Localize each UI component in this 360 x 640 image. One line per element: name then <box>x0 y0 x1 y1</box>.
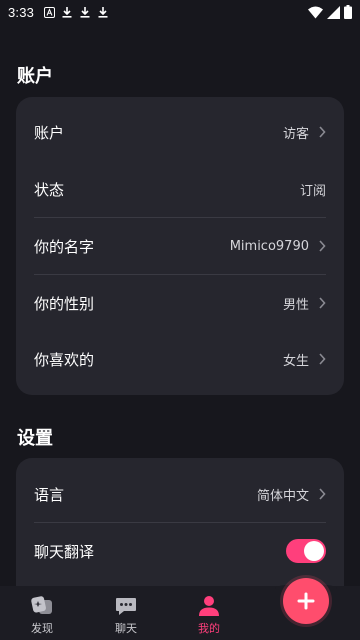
system-icons <box>308 5 352 19</box>
nav-discover[interactable]: 发现 <box>2 586 82 640</box>
status-row: 状态 订阅 <box>16 161 344 217</box>
chat-translation-toggle[interactable] <box>286 539 326 563</box>
row-label: 语言 <box>34 485 65 504</box>
wifi-icon <box>308 6 323 18</box>
name-row[interactable]: 你的名字 Mimico9790 <box>16 218 344 274</box>
chevron-right-icon <box>319 297 326 309</box>
row-label: 聊天翻译 <box>34 542 95 561</box>
row-label: 你的性别 <box>34 294 95 313</box>
row-value: Mimico9790 <box>229 238 309 254</box>
signal-icon <box>327 5 340 19</box>
chevron-right-icon <box>319 353 326 365</box>
battery-icon <box>344 5 352 19</box>
nav-label: 发现 <box>31 622 53 635</box>
row-label: 账户 <box>34 123 65 142</box>
nav-chat[interactable]: 聊天 <box>86 586 166 640</box>
chat-translation-row: 聊天翻译 <box>16 523 344 579</box>
notification-icons <box>44 6 109 18</box>
status-time: 3:33 <box>8 4 35 20</box>
status-bar: 3:33 <box>0 0 360 24</box>
chevron-right-icon <box>319 488 326 500</box>
gender-row[interactable]: 你的性别 男性 <box>16 275 344 331</box>
plus-icon <box>297 592 315 610</box>
chevron-right-icon <box>319 240 326 252</box>
settings-section-title: 设置 <box>17 428 53 449</box>
row-label: 你喜欢的 <box>34 350 95 369</box>
app-notification-icon <box>44 6 56 18</box>
language-row[interactable]: 语言 简体中文 <box>16 466 344 522</box>
profile-icon <box>199 596 219 616</box>
row-label: 你的名字 <box>34 237 95 256</box>
download-icon <box>62 7 72 18</box>
row-value: 女生 <box>282 353 309 369</box>
chat-icon <box>116 598 136 615</box>
discover-icon <box>31 596 52 614</box>
nav-mine[interactable]: 我的 <box>169 586 249 640</box>
row-value: 访客 <box>282 126 309 142</box>
account-section-title: 账户 <box>17 66 53 87</box>
account-row[interactable]: 账户 访客 <box>16 104 344 160</box>
chevron-right-icon <box>319 126 326 138</box>
row-label: 状态 <box>34 180 65 199</box>
toggle-knob <box>304 541 324 561</box>
preference-row[interactable]: 你喜欢的 女生 <box>16 331 344 387</box>
row-value: 订阅 <box>299 183 326 199</box>
download-icon <box>98 7 108 18</box>
settings-screen: 3:33 账户 账户 访客 状态 订阅 你的名字 Mimico9790 你的性别… <box>0 0 360 640</box>
row-value: 男性 <box>282 297 309 313</box>
nav-label: 聊天 <box>115 622 137 635</box>
download-icon <box>80 7 90 18</box>
account-card: 账户 访客 状态 订阅 你的名字 Mimico9790 你的性别 男性 你喜欢的… <box>16 97 344 395</box>
add-button[interactable] <box>283 578 329 624</box>
nav-label: 我的 <box>198 622 220 635</box>
row-value: 简体中文 <box>256 488 309 504</box>
